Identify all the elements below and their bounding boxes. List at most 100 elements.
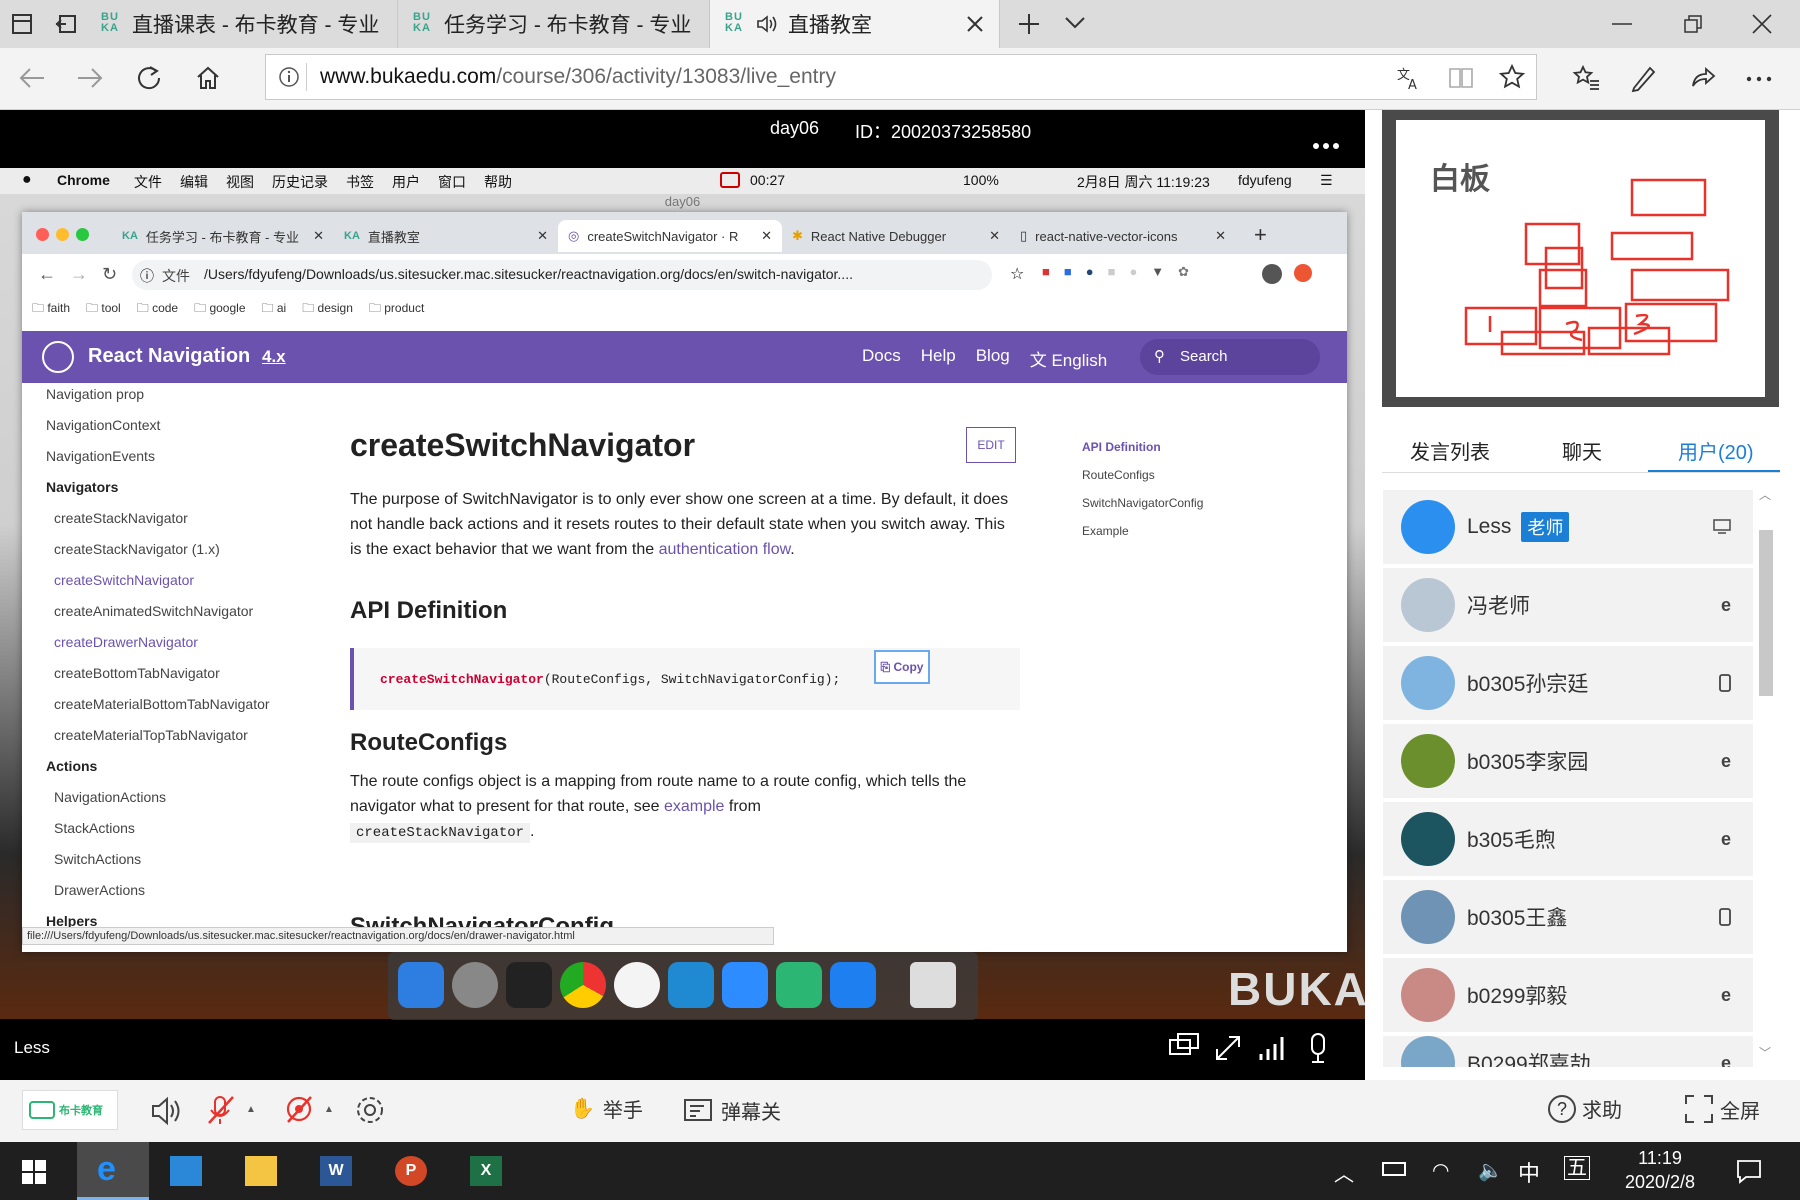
nav-blog[interactable]: Blog	[976, 346, 1010, 371]
store-icon[interactable]	[170, 1156, 202, 1186]
react-navigation-logo-icon[interactable]	[42, 341, 74, 373]
apple-icon[interactable]: ●	[22, 171, 32, 189]
minimize-icon[interactable]	[1612, 22, 1632, 26]
edit-button[interactable]: EDIT	[966, 427, 1016, 463]
sidebar-link[interactable]: createMaterialTopTabNavigator	[22, 720, 292, 751]
back-icon[interactable]	[18, 66, 46, 90]
windows-start-icon[interactable]	[22, 1160, 46, 1184]
chrome-tab[interactable]: KA 直播教室 ✕	[334, 220, 558, 252]
browser-tab[interactable]: BU KA 任务学习 - 布卡教育 - 专业	[398, 0, 710, 48]
camera-muted-icon[interactable]	[284, 1094, 314, 1126]
bookmark-folder[interactable]: 🗀 faith	[32, 299, 70, 320]
camera-dropdown-icon[interactable]: ▲	[324, 1104, 334, 1115]
translate-icon[interactable]: 文A	[1396, 65, 1422, 91]
tab-actions-icon[interactable]	[10, 12, 34, 36]
excel-icon[interactable]: X	[470, 1156, 502, 1186]
minimize-dot-icon[interactable]	[56, 228, 69, 241]
bookmark-folder[interactable]: 🗀 product	[369, 299, 424, 320]
favorites-list-icon[interactable]	[1572, 64, 1600, 92]
taskbar-edge[interactable]: e	[77, 1142, 149, 1200]
mac-menu-item[interactable]: 窗口	[438, 172, 466, 192]
auth-flow-link[interactable]: authentication flow	[659, 541, 791, 558]
forward-icon[interactable]: →	[70, 264, 88, 285]
settings-gear-icon[interactable]	[354, 1094, 386, 1126]
user-row[interactable]: b0299郭毅 e	[1383, 958, 1753, 1032]
bookmark-folder[interactable]: 🗀 ai	[262, 299, 287, 320]
chrome-tab[interactable]: ▯ react-native-vector-icons ✕	[1010, 220, 1236, 252]
expand-icon[interactable]	[1214, 1034, 1242, 1062]
sidebar-link[interactable]: createStackNavigator	[22, 503, 292, 534]
battery-icon[interactable]	[1382, 1162, 1406, 1176]
new-tab-icon[interactable]: +	[1254, 222, 1267, 248]
close-tab-icon[interactable]: ✕	[537, 228, 548, 244]
sidebar-link[interactable]: createStackNavigator (1.x)	[22, 534, 292, 565]
taskbar-clock[interactable]: 11:19 2020/2/8	[1610, 1146, 1710, 1194]
mac-menu-item[interactable]: 帮助	[484, 172, 512, 192]
extension-icon[interactable]: ✿	[1178, 264, 1189, 280]
help-button[interactable]: ? 求助	[1548, 1094, 1622, 1123]
vscode-icon[interactable]	[668, 962, 714, 1008]
sidebar-link[interactable]: NavigationContext	[22, 410, 292, 441]
signal-icon[interactable]	[1258, 1034, 1288, 1062]
chrome-tab-active[interactable]: ◎ createSwitchNavigator · R ✕	[558, 220, 782, 252]
chrome-tab[interactable]: ✱ React Native Debugger ✕	[782, 220, 1010, 252]
tab-preview-chevron-icon[interactable]	[1064, 16, 1086, 30]
toc-item[interactable]: RouteConfigs	[1082, 461, 1203, 489]
extension-icon[interactable]: ●	[1129, 264, 1137, 280]
network-icon[interactable]: ◠	[1432, 1158, 1449, 1183]
reload-icon[interactable]: ↻	[102, 264, 117, 285]
vue-extension-icon[interactable]: ▼	[1151, 264, 1164, 280]
sidebar-link[interactable]: SwitchActions	[22, 844, 292, 875]
sidebar-link[interactable]: createSwitchNavigator	[22, 565, 292, 596]
close-tab-icon[interactable]: ✕	[761, 228, 772, 244]
toc-item[interactable]: SwitchNavigatorConfig	[1082, 489, 1203, 517]
docs-search[interactable]: ⚲ Search	[1140, 339, 1320, 375]
close-dot-icon[interactable]	[36, 228, 49, 241]
mic-level-icon[interactable]	[1306, 1032, 1330, 1064]
switch-layout-icon[interactable]	[1168, 1032, 1200, 1062]
sidebar-link[interactable]: DrawerActions	[22, 875, 292, 906]
site-info-icon[interactable]	[278, 66, 300, 88]
app-icon[interactable]	[776, 962, 822, 1008]
mac-menu-item[interactable]: 用户	[392, 172, 420, 192]
finder-icon[interactable]	[398, 962, 444, 1008]
bookmark-folder[interactable]: 🗀 design	[302, 299, 353, 320]
speaker-icon[interactable]	[150, 1096, 182, 1126]
chrome-tab[interactable]: KA 任务学习 - 布卡教育 - 专业 ✕	[112, 220, 334, 252]
user-row[interactable]: b0305李家园 e	[1383, 724, 1753, 798]
close-tab-icon[interactable]	[966, 15, 984, 33]
user-row[interactable]: b0305孙宗廷	[1383, 646, 1753, 720]
ime-layout[interactable]: 五	[1564, 1156, 1590, 1180]
notifications-icon[interactable]	[1736, 1158, 1762, 1184]
home-icon[interactable]	[195, 65, 221, 91]
danmu-toggle-button[interactable]: 弹幕关	[683, 1096, 781, 1125]
mac-menu-item[interactable]: 历史记录	[272, 172, 328, 192]
profile-avatar[interactable]	[1262, 264, 1282, 284]
whiteboard-canvas[interactable]: 白板	[1396, 120, 1765, 397]
word-icon[interactable]: W	[320, 1156, 352, 1186]
omnibox[interactable]: ⓘ 文件 /Users/fdyufeng/Downloads/us.sitesu…	[132, 260, 992, 290]
mac-menu-item[interactable]: 视图	[226, 172, 254, 192]
close-window-icon[interactable]	[1752, 14, 1772, 34]
extension-icon[interactable]: ■	[1108, 264, 1116, 280]
sidebar-link[interactable]: createAnimatedSwitchNavigator	[22, 596, 292, 627]
reading-view-icon[interactable]	[1448, 66, 1474, 90]
restore-icon[interactable]	[1683, 14, 1703, 34]
trash-icon[interactable]	[910, 962, 956, 1008]
update-icon[interactable]	[1294, 264, 1312, 282]
back-icon[interactable]: ←	[38, 264, 56, 285]
sidebar-link[interactable]: NavigationActions	[22, 782, 292, 813]
refresh-icon[interactable]	[136, 65, 162, 91]
copy-button[interactable]: ⎘ Copy	[874, 650, 930, 684]
bookmark-folder[interactable]: 🗀 code	[137, 299, 178, 320]
toc-item[interactable]: Example	[1082, 517, 1203, 545]
chrome-icon[interactable]	[560, 962, 606, 1008]
sidebar-link[interactable]: createMaterialBottomTabNavigator	[22, 689, 292, 720]
tray-overflow-icon[interactable]: ︿	[1334, 1158, 1354, 1187]
mac-menu-item[interactable]: 书签	[346, 172, 374, 192]
tab-chat[interactable]: 聊天	[1562, 436, 1602, 465]
mac-menu-item[interactable]: 编辑	[180, 172, 208, 192]
bookmark-star-icon[interactable]: ☆	[1010, 264, 1024, 284]
powerpoint-icon[interactable]: P	[395, 1156, 427, 1186]
extension-icon[interactable]: ●	[1086, 264, 1094, 280]
